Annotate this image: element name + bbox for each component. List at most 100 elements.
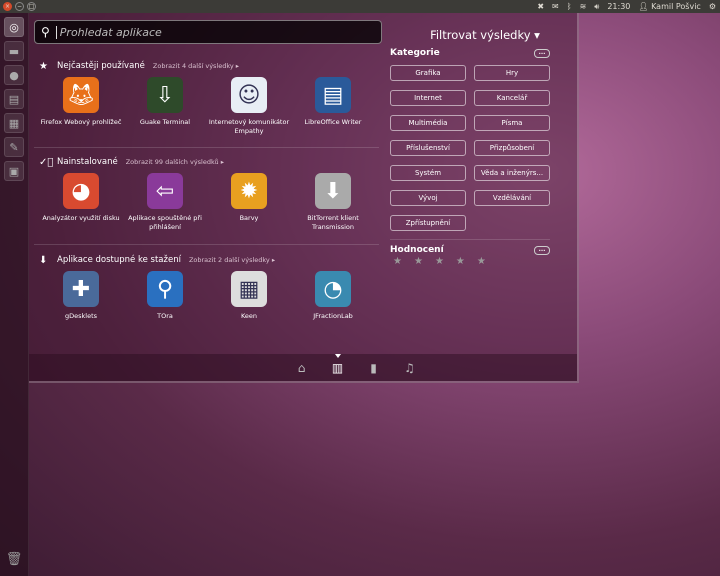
- workspace-switcher-icon[interactable]: ▣: [4, 161, 24, 181]
- category-filter-button[interactable]: Systém: [390, 165, 466, 181]
- category-filter-button[interactable]: Vzdělávání: [474, 190, 550, 206]
- filter-results-toggle[interactable]: Filtrovat výsledky ▾: [420, 28, 550, 42]
- clock[interactable]: 21:30: [607, 2, 630, 11]
- writer-icon: ▤: [315, 77, 351, 113]
- category-filter-button[interactable]: Vývoj: [390, 190, 466, 206]
- category-filter-button[interactable]: Kancelář: [474, 90, 550, 106]
- section-installed: ✓⃝ Nainstalované Zobrazit 99 dalších výsle…: [39, 155, 379, 232]
- app-label: LibreOffice Writer: [304, 118, 362, 126]
- startup-icon: ⇦: [147, 173, 183, 209]
- settings-icon[interactable]: ✎: [4, 137, 24, 157]
- app-label: Aplikace spouštěné při přihlášení: [128, 214, 202, 231]
- category-filter-button[interactable]: Grafika: [390, 65, 466, 81]
- section-most-used: ★ Nejčastěji používané Zobrazit 4 další vý…: [39, 59, 379, 136]
- app-label: Internetový komunikátor Empathy: [208, 118, 290, 135]
- category-filter-button[interactable]: Multimédia: [390, 115, 466, 131]
- trash-icon[interactable]: 🗑︎: [4, 552, 24, 572]
- session-gear-icon[interactable]: ⚙: [709, 2, 716, 11]
- pie-chart-icon: ◕: [63, 173, 99, 209]
- search-icon: ⚲: [41, 25, 50, 39]
- dash-home-icon[interactable]: ◎: [4, 17, 24, 37]
- star-icon[interactable]: ★: [477, 256, 486, 267]
- maximize-window-button[interactable]: □: [27, 2, 36, 11]
- app-launcher-item[interactable]: ⇦ Aplikace spouštěné při přihlášení: [123, 173, 207, 232]
- app-label: Keen: [240, 312, 258, 320]
- category-filter-button[interactable]: Příslušenství: [390, 140, 466, 156]
- app-launcher-item[interactable]: ⬇ BitTorrent klient Transmission: [291, 173, 375, 232]
- writer-icon[interactable]: ▤: [4, 89, 24, 109]
- section-title: Nejčastěji používané: [57, 61, 145, 71]
- filter-panel: Filtrovat výsledky ▾ Kategorie... Grafik…: [390, 28, 550, 267]
- category-filter-button[interactable]: Přizpůsobení: [474, 140, 550, 156]
- wifi-icon[interactable]: ≋: [580, 2, 587, 11]
- launcher: ◎ ▬ ● ▤ ▦ ✎ ▣ 🗑︎: [0, 13, 29, 576]
- app-launcher-item[interactable]: ▦ Keen: [207, 271, 291, 321]
- category-filter-button[interactable]: Písma: [474, 115, 550, 131]
- rating-more-button[interactable]: ...: [534, 245, 550, 255]
- category-filter-button[interactable]: Zpřístupnění: [390, 215, 466, 231]
- category-filter-button[interactable]: Internet: [390, 90, 466, 106]
- show-more-link[interactable]: Zobrazit 2 další výsledky ▸: [189, 256, 275, 264]
- categories-more-button[interactable]: ...: [534, 48, 550, 58]
- top-panel: × − □ ✖ ✉ ᛒ ≋ 🔊︎ 21:30 👤︎ Kamil Pošvic ⚙: [0, 0, 720, 13]
- user-icon: 👤︎: [638, 2, 649, 11]
- search-box[interactable]: ⚲: [34, 20, 382, 44]
- category-grid: Grafika Hry Internet Kancelář Multimédia Písm…: [390, 65, 550, 231]
- dropbox-icon[interactable]: ✖: [537, 2, 544, 11]
- bluetooth-icon[interactable]: ᛒ: [567, 2, 572, 11]
- app-label: gDesklets: [64, 312, 98, 320]
- app-label: BitTorrent klient Transmission: [307, 214, 359, 231]
- download-icon: ⬇: [39, 254, 48, 266]
- firefox-icon[interactable]: ●: [4, 65, 24, 85]
- section-available: ⬇ Aplikace dostupné ke stažení Zobrazit 2 …: [39, 253, 379, 321]
- lens-applications-icon[interactable]: ▥: [331, 353, 345, 375]
- close-window-button[interactable]: ×: [3, 2, 12, 11]
- app-launcher-item[interactable]: ⚲ TOra: [123, 271, 207, 321]
- divider: [390, 239, 550, 240]
- star-icon[interactable]: ★: [393, 256, 402, 267]
- volume-icon[interactable]: 🔊︎: [594, 2, 599, 12]
- app-launcher-item[interactable]: ✹ Barvy: [207, 173, 291, 232]
- rating-title: Hodnocení: [390, 245, 444, 255]
- app-label: Firefox Webový prohlížeč: [40, 118, 122, 126]
- app-icon[interactable]: ▦: [4, 113, 24, 133]
- show-more-link[interactable]: Zobrazit 4 další výsledky ▸: [153, 62, 239, 70]
- app-launcher-item[interactable]: ◔ JFractionLab: [291, 271, 375, 321]
- app-launcher-item[interactable]: ✚ gDesklets: [39, 271, 123, 321]
- star-icon[interactable]: ★: [414, 256, 423, 267]
- section-title: Nainstalované: [57, 157, 118, 167]
- user-name: Kamil Pošvic: [651, 2, 701, 11]
- minimize-window-button[interactable]: −: [15, 2, 24, 11]
- app-launcher-item[interactable]: ☺ Internetový komunikátor Empathy: [207, 77, 291, 136]
- lens-home-icon[interactable]: ⌂: [295, 361, 309, 375]
- star-icon: ★: [39, 60, 48, 72]
- rating-stars: ★ ★ ★ ★ ★: [390, 256, 550, 267]
- app-label: JFractionLab: [313, 312, 353, 320]
- lens-music-icon[interactable]: ♫: [403, 361, 417, 375]
- transmission-icon: ⬇: [315, 173, 351, 209]
- color-flower-icon: ✹: [231, 173, 267, 209]
- files-icon[interactable]: ▬: [4, 41, 24, 61]
- app-launcher-item[interactable]: ⇩ Guake Terminal: [123, 77, 207, 136]
- search-input[interactable]: [55, 25, 356, 39]
- category-filter-button[interactable]: Věda a inženýrs...: [474, 165, 550, 181]
- divider: [34, 244, 379, 245]
- app-launcher-item[interactable]: ▤ LibreOffice Writer: [291, 77, 375, 136]
- show-more-link[interactable]: Zobrazit 99 dalších výsledků ▸: [126, 158, 224, 166]
- star-icon[interactable]: ★: [435, 256, 444, 267]
- lens-files-icon[interactable]: ▮: [367, 361, 381, 375]
- terminal-icon: ⇩: [147, 77, 183, 113]
- magnifier-icon: ⚲: [147, 271, 183, 307]
- section-title: Aplikace dostupné ke stažení: [57, 255, 181, 265]
- app-label: Barvy: [239, 214, 259, 222]
- mail-icon[interactable]: ✉: [552, 2, 559, 11]
- category-filter-button[interactable]: Hry: [474, 65, 550, 81]
- categories-title: Kategorie: [390, 48, 440, 58]
- app-launcher-item[interactable]: 🦊︎ Firefox Webový prohlížeč: [39, 77, 123, 136]
- app-launcher-item[interactable]: ◕ Analyzátor využití disku: [39, 173, 123, 232]
- firefox-icon: 🦊︎: [63, 77, 99, 113]
- dash: ⚲ ★ Nejčastěji používané Zobrazit 4 další …: [29, 13, 579, 383]
- fraction-pie-icon: ◔: [315, 271, 351, 307]
- star-icon[interactable]: ★: [456, 256, 465, 267]
- user-menu[interactable]: 👤︎ Kamil Pošvic: [638, 2, 700, 11]
